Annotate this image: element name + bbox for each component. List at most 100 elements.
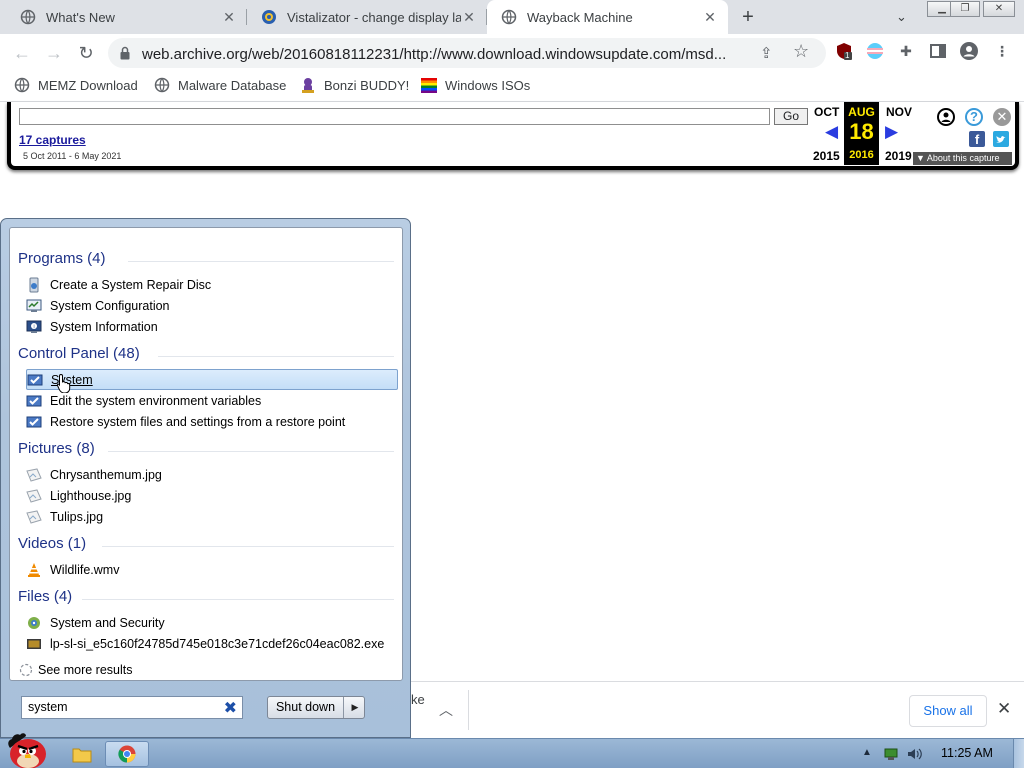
help-icon[interactable]: ? <box>965 108 983 126</box>
chevron-up-icon[interactable]: ︿ <box>439 700 453 720</box>
result-system-configuration[interactable]: System Configuration <box>26 295 398 316</box>
next-month-link[interactable]: NOV <box>886 105 912 119</box>
tab-title: Wayback Machine <box>527 9 633 25</box>
bookmark-windows-isos[interactable]: Windows ISOs <box>421 77 530 93</box>
group-heading-programs[interactable]: Programs (4) <box>18 250 106 267</box>
address-bar[interactable]: web.archive.org/web/20160818112231/http:… <box>108 38 826 68</box>
group-heading-control-panel[interactable]: Control Panel (48) <box>18 345 140 362</box>
wayback-url-input[interactable] <box>19 108 770 125</box>
result-create-system-repair-disc[interactable]: Create a System Repair Disc <box>26 274 398 295</box>
sysinfo-icon: i <box>26 320 42 333</box>
close-icon[interactable]: ✕ <box>461 9 477 26</box>
globe-icon <box>501 9 517 25</box>
bookmark-bonzi-buddy[interactable]: Bonzi BUDDY! <box>300 77 409 93</box>
menu-kebab-icon[interactable]: ⋮ <box>993 42 1011 60</box>
divider <box>128 261 394 262</box>
start-search-input[interactable]: system ✖ <box>21 696 243 719</box>
result-system[interactable]: System <box>26 369 398 390</box>
close-toolbar-icon[interactable]: ✕ <box>993 108 1011 126</box>
taskbar-explorer-button[interactable] <box>64 741 98 767</box>
search-input-value[interactable]: system <box>28 700 68 714</box>
see-more-results-link[interactable]: See more results <box>18 662 132 678</box>
twitter-icon[interactable] <box>993 131 1009 147</box>
tray-expand-icon[interactable]: ▲ <box>862 747 872 758</box>
divider <box>82 599 394 600</box>
bookmark-star-icon[interactable]: ☆ <box>793 41 809 62</box>
wayback-toolbar: Go 17 captures 5 Oct 2011 - 6 May 2021 O… <box>7 102 1019 170</box>
forward-button[interactable]: → <box>42 42 66 64</box>
bookmarks-bar: MEMZ Download Malware Database Bonzi BUD… <box>0 72 1024 102</box>
network-icon[interactable] <box>884 747 898 761</box>
shutdown-options-arrow-icon[interactable]: ▶ <box>345 697 365 718</box>
download-item-name[interactable]: ke <box>411 692 425 707</box>
chevron-down-icon[interactable]: ⌄ <box>896 9 907 25</box>
shutdown-button[interactable]: Shut down <box>268 697 344 718</box>
taskbar-chrome-button[interactable] <box>105 741 149 767</box>
ublock-extension-icon[interactable]: 1 <box>835 42 853 60</box>
close-icon[interactable]: ✕ <box>997 699 1011 719</box>
divider <box>108 451 394 452</box>
group-heading-videos[interactable]: Videos (1) <box>18 535 86 552</box>
share-icon[interactable]: ⇪ <box>760 44 773 62</box>
result-lp-exe[interactable]: lp-sl-si_e5c160f24785d745e018c3e71cdef26… <box>26 633 398 654</box>
puzzle-extensions-icon[interactable]: ✚ <box>897 42 915 60</box>
start-button-angry-bird-icon[interactable] <box>4 730 50 768</box>
windows-flag-icon <box>421 78 437 93</box>
result-label: lp-sl-si_e5c160f24785d745e018c3e71cdef26… <box>50 636 385 651</box>
prev-capture-arrow-icon[interactable]: ◀ <box>825 122 838 142</box>
result-system-information[interactable]: i System Information <box>26 316 398 337</box>
browser-toolbar: ← → ↻ web.archive.org/web/20160818112231… <box>0 34 1024 72</box>
group-heading-files[interactable]: Files (4) <box>18 588 72 605</box>
result-label: System Information <box>50 319 158 334</box>
flag-extension-icon[interactable] <box>866 42 884 60</box>
tab-vistalizator[interactable]: Vistalizator - change display la ✕ <box>247 0 487 34</box>
side-panel-icon[interactable] <box>929 42 947 60</box>
about-capture-button[interactable]: ▼ About this capture <box>913 152 1012 165</box>
result-label: Create a System Repair Disc <box>50 277 212 292</box>
group-heading-pictures[interactable]: Pictures (8) <box>18 440 95 457</box>
bookmark-label: MEMZ Download <box>38 77 138 93</box>
result-edit-environment-variables[interactable]: Edit the system environment variables <box>26 390 398 411</box>
next-capture-arrow-icon[interactable]: ▶ <box>885 122 898 142</box>
result-tulips[interactable]: Tulips.jpg <box>26 506 398 527</box>
wayback-go-button[interactable]: Go <box>774 108 808 125</box>
url-text[interactable]: web.archive.org/web/20160818112231/http:… <box>142 46 747 63</box>
result-wildlife[interactable]: Wildlife.wmv <box>26 559 398 580</box>
close-icon[interactable]: ✕ <box>702 9 718 26</box>
new-tab-button[interactable]: + <box>738 7 758 27</box>
prev-month-link[interactable]: OCT <box>814 105 839 119</box>
account-icon[interactable] <box>937 108 955 126</box>
result-chrysanthemum[interactable]: Chrysanthemum.jpg <box>26 464 398 485</box>
svg-text:i: i <box>33 324 34 330</box>
current-day: 18 <box>849 119 874 144</box>
restore-button[interactable]: ❐ <box>950 1 980 17</box>
tab-wayback-machine[interactable]: Wayback Machine ✕ <box>487 0 728 34</box>
facebook-icon[interactable]: f <box>969 131 985 147</box>
captures-link[interactable]: 17 captures <box>19 133 86 147</box>
control-panel-icon <box>28 616 40 629</box>
result-lighthouse[interactable]: Lighthouse.jpg <box>26 485 398 506</box>
system-icon <box>26 395 42 406</box>
system-icon <box>26 416 42 427</box>
tab-title: Vistalizator - change display la <box>287 9 461 25</box>
window-close-button[interactable]: ✕ <box>983 1 1015 17</box>
lock-icon[interactable] <box>120 46 130 60</box>
show-all-button[interactable]: Show all <box>909 695 987 727</box>
bookmark-memz-download[interactable]: MEMZ Download <box>14 77 138 93</box>
result-system-and-security[interactable]: System and Security <box>26 612 398 633</box>
result-restore-system-files[interactable]: Restore system files and settings from a… <box>26 411 398 432</box>
prev-year-link[interactable]: 2015 <box>813 149 840 163</box>
close-icon[interactable]: ✕ <box>221 9 237 26</box>
volume-icon[interactable] <box>907 747 923 761</box>
tab-whats-new[interactable]: What's New ✕ <box>6 0 247 34</box>
clear-search-icon[interactable]: ✖ <box>224 698 237 718</box>
current-year: 2016 <box>849 149 874 161</box>
show-desktop-button[interactable] <box>1013 739 1024 768</box>
profile-avatar-icon[interactable] <box>960 42 978 60</box>
reload-button[interactable]: ↻ <box>74 42 98 64</box>
download-bar: ke ︿ Show all ✕ <box>411 681 1024 738</box>
bookmark-malware-database[interactable]: Malware Database <box>154 77 286 93</box>
next-year-link[interactable]: 2019 <box>885 149 912 163</box>
back-button[interactable]: ← <box>10 42 34 64</box>
taskbar-clock[interactable]: 11:25 AM <box>941 746 993 760</box>
